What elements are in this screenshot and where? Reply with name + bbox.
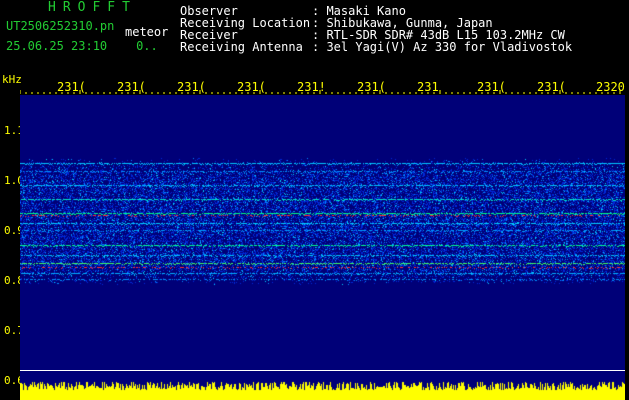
date-time: 25.06.25 23:10 0.. bbox=[6, 40, 158, 52]
date-time-value: 25.06.25 23:10 bbox=[6, 39, 108, 53]
freq-unit-label: kHz bbox=[2, 73, 22, 86]
file-suffix: meteor bbox=[125, 25, 169, 39]
baseline-line bbox=[20, 370, 625, 371]
metadata-labels: Observer Receiving Location Receiver Rec… bbox=[180, 5, 310, 53]
counter-value: 0.. bbox=[136, 39, 158, 53]
app-brand: HROFFT bbox=[48, 0, 137, 15]
spectrogram bbox=[20, 95, 625, 400]
time-ruler bbox=[20, 90, 621, 94]
metadata-values: : Masaki Kano : Shibukawa, Gunma, Japan … bbox=[312, 5, 572, 53]
file-name: UT2506252310.pn bbox=[6, 19, 115, 33]
value-antenna: : 3el Yagi(V) Az 330 for Vladivostok bbox=[312, 40, 573, 54]
label-antenna: Receiving Antenna bbox=[180, 40, 303, 54]
